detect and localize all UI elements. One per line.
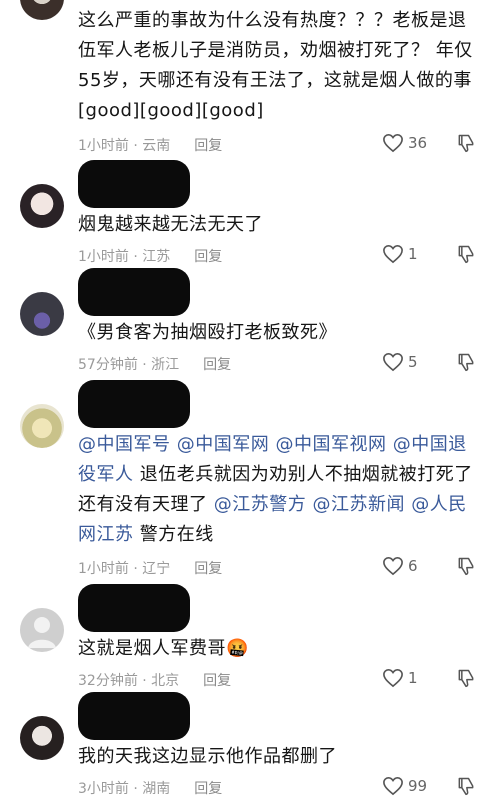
redacted-username [78, 380, 190, 428]
avatar[interactable] [20, 184, 64, 228]
comment-meta: 1小时前 · 江苏 回复 [78, 246, 222, 266]
heart-outline-icon [383, 133, 403, 153]
reply-button[interactable]: 回复 [194, 558, 222, 578]
comment-meta: 32分钟前 · 北京 回复 [78, 670, 231, 690]
mention-link[interactable]: @江苏新闻 [312, 494, 405, 515]
reply-button[interactable]: 回复 [203, 354, 231, 374]
thumbs-down-outline-icon[interactable] [456, 244, 476, 264]
avatar[interactable] [20, 0, 64, 20]
thumbs-down-outline-icon[interactable] [456, 556, 476, 576]
comment-meta: 1小时前 · 云南 回复 [78, 135, 222, 155]
redacted-username [78, 584, 190, 632]
like-button[interactable]: 1 [382, 244, 418, 264]
reply-button[interactable]: 回复 [194, 135, 222, 155]
redacted-username [78, 692, 190, 740]
mention-link[interactable]: @中国军号 [78, 434, 171, 455]
avatar[interactable] [20, 716, 64, 760]
comment-meta: 1小时前 · 辽宁 回复 [78, 558, 222, 578]
default-user-icon [28, 617, 56, 648]
time-location: 1小时前 · 云南 [78, 138, 171, 154]
like-count: 6 [408, 557, 418, 575]
time-location: 57分钟前 · 浙江 [78, 357, 180, 373]
comment-text: 这就是烟人军费哥🤬 [78, 634, 478, 664]
mention-link[interactable]: @江苏警方 [214, 494, 307, 515]
reply-button[interactable]: 回复 [194, 246, 222, 266]
mention-link[interactable]: @中国军网 [177, 434, 270, 455]
like-count: 36 [408, 134, 428, 152]
avatar[interactable] [20, 608, 64, 652]
time-location: 1小时前 · 辽宁 [78, 561, 171, 577]
like-button[interactable]: 1 [382, 668, 418, 688]
avatar[interactable] [20, 404, 64, 448]
angry-emoji-icon: 🤬 [226, 638, 249, 659]
thumbs-down-outline-icon[interactable] [456, 133, 476, 153]
like-button[interactable]: 5 [382, 352, 418, 372]
reply-button[interactable]: 回复 [194, 778, 222, 798]
thumbs-down-outline-icon[interactable] [456, 352, 476, 372]
like-button[interactable]: 6 [382, 556, 418, 576]
thumbs-down-outline-icon[interactable] [456, 776, 476, 796]
comment-meta: 3小时前 · 湖南 回复 [78, 778, 222, 798]
time-location: 1小时前 · 江苏 [78, 249, 171, 265]
like-count: 1 [408, 669, 418, 687]
heart-outline-icon [383, 352, 403, 372]
like-button[interactable]: 99 [382, 776, 427, 796]
heart-outline-icon [383, 244, 403, 264]
redacted-username [78, 268, 190, 316]
avatar[interactable] [20, 292, 64, 336]
comment-body: 这就是烟人军费哥 [78, 638, 226, 659]
heart-outline-icon [383, 776, 403, 796]
mention-link[interactable]: @中国军视网 [275, 434, 386, 455]
like-button[interactable]: 36 [382, 133, 427, 153]
redacted-username [78, 160, 190, 208]
comment-text: @中国军号 @中国军网 @中国军视网 @中国退役军人 退伍老兵就因为劝别人不抽烟… [78, 430, 478, 550]
like-count: 99 [408, 777, 428, 795]
heart-outline-icon [383, 668, 403, 688]
comment-text: 这么严重的事故为什么没有热度？？？老板是退伍军人老板儿子是消防员，劝烟被打死了？… [78, 10, 473, 121]
comment-text: 《男食客为抽烟殴打老板致死》 [78, 322, 337, 343]
comment-tail: 警方在线 [139, 524, 214, 545]
comment-text: 烟鬼越来越无法无天了 [78, 214, 263, 235]
comment-text: 我的天我这边显示他作品都删了 [78, 746, 337, 767]
like-count: 1 [408, 245, 418, 263]
time-location: 3小时前 · 湖南 [78, 781, 171, 797]
like-count: 5 [408, 353, 418, 371]
heart-outline-icon [383, 556, 403, 576]
thumbs-down-outline-icon[interactable] [456, 668, 476, 688]
reply-button[interactable]: 回复 [203, 670, 231, 690]
comment-meta: 57分钟前 · 浙江 回复 [78, 354, 231, 374]
time-location: 32分钟前 · 北京 [78, 673, 180, 689]
